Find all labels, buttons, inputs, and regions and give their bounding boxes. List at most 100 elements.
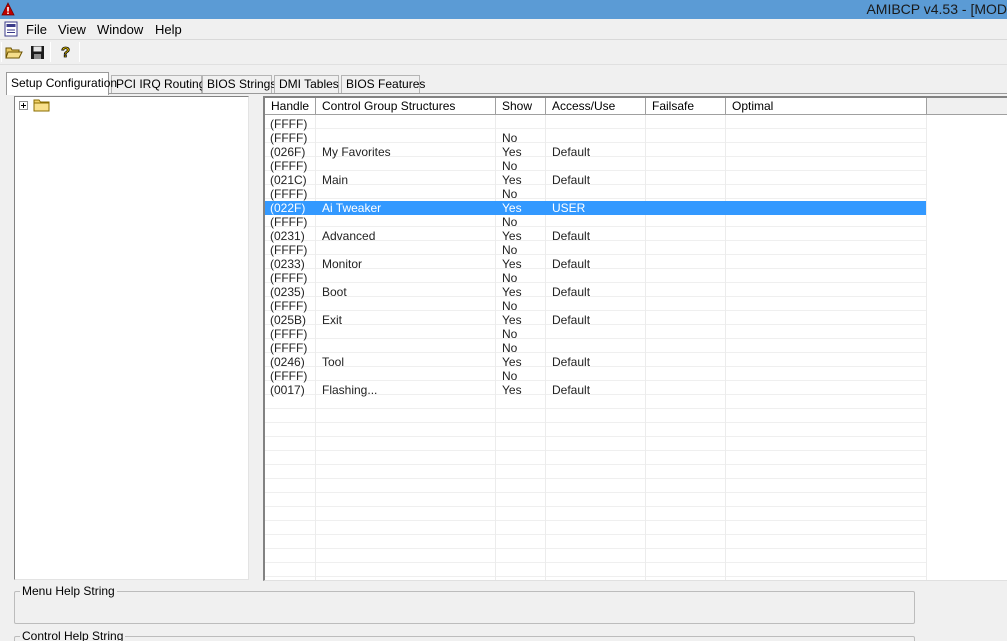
cell-show: No — [502, 159, 518, 173]
cell-show: No — [502, 243, 518, 257]
cell-access-use: USER — [552, 201, 586, 215]
cell-handle: (0233) — [270, 257, 305, 271]
cell-show: No — [502, 131, 518, 145]
cell-show: No — [502, 369, 518, 383]
save-button[interactable] — [27, 43, 47, 61]
table-row[interactable]: (0231) Advanced Yes Default — [265, 229, 1007, 243]
column-header-filler — [927, 98, 1007, 115]
cell-access-use: Default — [552, 173, 591, 187]
cell-show: No — [502, 341, 518, 355]
help-button[interactable]: ? — [56, 43, 76, 61]
document-icon[interactable] — [3, 21, 19, 37]
table-row[interactable]: (021C) Main Yes Default — [265, 173, 1007, 187]
grid-header: Handle Control Group Structures Show Acc… — [265, 98, 1007, 115]
cell-handle: (022F) — [270, 201, 306, 215]
cell-access-use: Default — [552, 229, 591, 243]
menu-bar: File View Window Help — [0, 19, 1007, 40]
toolbar-separator — [50, 42, 51, 62]
menu-view[interactable]: View — [58, 22, 86, 37]
cell-show: Yes — [502, 201, 522, 215]
table-row[interactable]: (FFFF) No — [265, 187, 1007, 201]
title-bar: AMIBCP v4.53 - [MOD — [0, 0, 1007, 19]
cell-handle: (025B) — [270, 313, 307, 327]
cell-handle: (FFFF) — [270, 271, 308, 285]
cell-access-use: Default — [552, 145, 591, 159]
column-header-optimal[interactable]: Optimal — [726, 98, 927, 115]
floppy-disk-icon — [30, 45, 44, 59]
open-button[interactable] — [4, 43, 24, 61]
cell-show: Yes — [502, 355, 522, 369]
question-mark-icon: ? — [61, 44, 71, 61]
column-header-handle[interactable]: Handle — [265, 98, 316, 115]
tab-dmi-tables[interactable]: DMI Tables — [274, 75, 339, 94]
table-row[interactable]: (026F) My Favorites Yes Default — [265, 145, 1007, 159]
table-row[interactable]: (FFFF) No — [265, 271, 1007, 285]
cell-show: Yes — [502, 383, 522, 397]
cell-handle: (FFFF) — [270, 215, 308, 229]
cell-show: Yes — [502, 257, 522, 271]
cell-access-use: Default — [552, 257, 591, 271]
cell-handle: (0017) — [270, 383, 305, 397]
cell-access-use: Default — [552, 383, 591, 397]
cell-handle: (FFFF) — [270, 341, 308, 355]
window-title: AMIBCP v4.53 - [MOD — [866, 1, 1007, 17]
table-row[interactable]: (0235) Boot Yes Default — [265, 285, 1007, 299]
table-row[interactable]: (FFFF) — [265, 117, 1007, 131]
table-row[interactable]: (FFFF) No — [265, 369, 1007, 383]
expand-plus-icon[interactable] — [19, 101, 28, 110]
tab-bios-strings[interactable]: BIOS Strings — [202, 75, 276, 94]
cell-handle: (FFFF) — [270, 187, 308, 201]
control-group-grid[interactable]: Handle Control Group Structures Show Acc… — [263, 96, 1007, 581]
cell-control-group: Flashing... — [322, 383, 378, 397]
column-header-show[interactable]: Show — [496, 98, 546, 115]
table-row[interactable]: (025B) Exit Yes Default — [265, 313, 1007, 327]
toolbar-separator — [79, 42, 80, 62]
cell-handle: (FFFF) — [270, 159, 308, 173]
table-row[interactable]: (0246) Tool Yes Default — [265, 355, 1007, 369]
cell-control-group: Exit — [322, 313, 343, 327]
cell-handle: (0246) — [270, 355, 305, 369]
cell-handle: (021C) — [270, 173, 307, 187]
table-row-selected[interactable]: (022F) Ai Tweaker Yes USER — [265, 201, 1007, 215]
cell-handle: (026F) — [270, 145, 306, 159]
cell-handle: (0235) — [270, 285, 305, 299]
menu-file[interactable]: File — [26, 22, 47, 37]
table-row[interactable]: (0233) Monitor Yes Default — [265, 257, 1007, 271]
cell-control-group: Ai Tweaker — [322, 201, 382, 215]
tab-bios-features[interactable]: BIOS Features — [341, 75, 425, 94]
tab-strip: Setup Configuration PCI IRQ Routing BIOS… — [0, 72, 1007, 95]
menu-help-string-label: Menu Help String — [20, 584, 117, 598]
cell-handle: (FFFF) — [270, 299, 308, 313]
tab-pci-irq-routing[interactable]: PCI IRQ Routing — [111, 75, 205, 94]
cell-handle: (FFFF) — [270, 131, 308, 145]
cell-show: No — [502, 299, 518, 313]
tab-setup-configuration[interactable]: Setup Configuration — [6, 72, 117, 95]
menu-help[interactable]: Help — [155, 22, 182, 37]
app-warning-icon — [1, 2, 15, 16]
cell-show: No — [502, 271, 518, 285]
control-help-string-label: Control Help String — [20, 629, 126, 641]
table-row[interactable]: (0017) Flashing... Yes Default — [265, 383, 1007, 397]
table-row[interactable]: (FFFF) No — [265, 327, 1007, 341]
table-row[interactable]: (FFFF) No — [265, 341, 1007, 355]
column-header-access-use[interactable]: Access/Use — [546, 98, 646, 115]
table-row[interactable]: (FFFF) No — [265, 243, 1007, 257]
column-header-control-group-structures[interactable]: Control Group Structures — [316, 98, 496, 115]
table-row[interactable]: (FFFF) No — [265, 159, 1007, 173]
cell-handle: (FFFF) — [270, 243, 308, 257]
cell-handle: (FFFF) — [270, 369, 308, 383]
menu-window[interactable]: Window — [97, 22, 143, 37]
folder-icon[interactable] — [33, 98, 51, 112]
table-row[interactable]: (FFFF) No — [265, 299, 1007, 313]
control-help-string-box: Control Help String — [14, 629, 915, 641]
setup-tree-view[interactable] — [14, 96, 249, 580]
cell-control-group: Monitor — [322, 257, 363, 271]
cell-control-group: Boot — [322, 285, 347, 299]
open-folder-icon — [5, 47, 23, 58]
column-header-failsafe[interactable]: Failsafe — [646, 98, 726, 115]
cell-show: Yes — [502, 285, 522, 299]
cell-access-use: Default — [552, 355, 591, 369]
table-row[interactable]: (FFFF) No — [265, 131, 1007, 145]
table-row[interactable]: (FFFF) No — [265, 215, 1007, 229]
cell-show: No — [502, 215, 518, 229]
